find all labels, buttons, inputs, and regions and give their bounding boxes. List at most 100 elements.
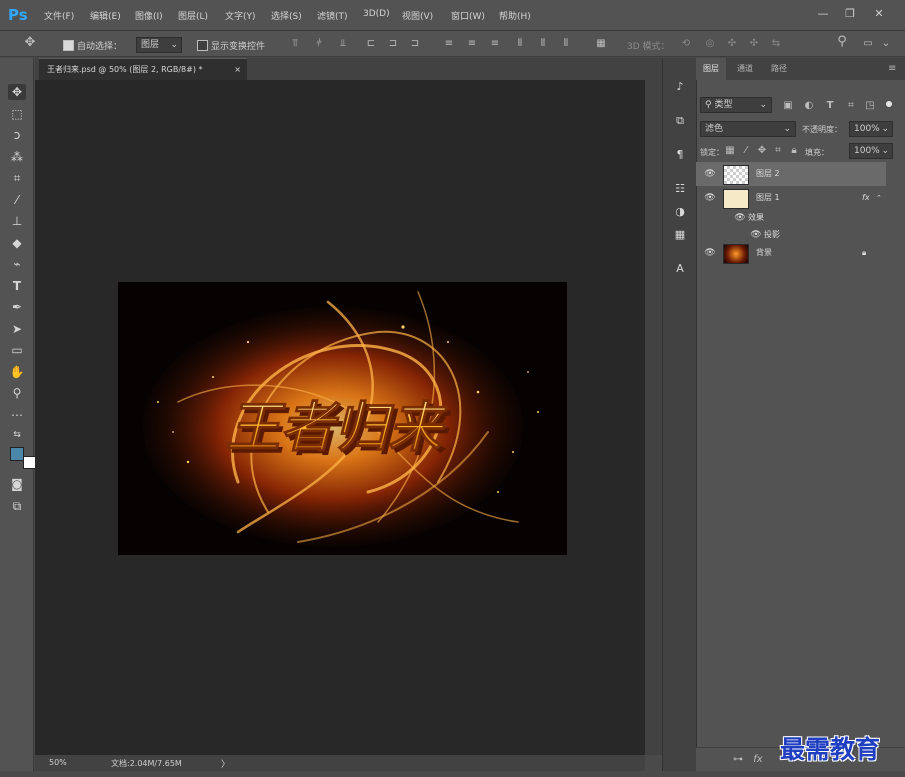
lock-artboard-icon[interactable]: ⌗ <box>772 145 784 157</box>
visibility-eye-icon[interactable]: 👁︎ <box>704 247 716 259</box>
more-tools-icon[interactable]: ⋯ <box>8 407 26 423</box>
filter-type-icon[interactable]: T <box>824 100 836 112</box>
tab-paths[interactable]: 路径 <box>764 58 794 80</box>
marquee-tool-icon[interactable]: ⬚ <box>8 106 26 122</box>
type-tool-icon[interactable]: T <box>8 278 26 294</box>
opacity-input[interactable]: 100% ⌄ <box>849 121 893 137</box>
align-vcenter-icon[interactable]: ⫩ <box>313 38 325 50</box>
document-tab[interactable]: 王者归来.psd @ 50% (图层 2, RGB/8#) * × <box>39 58 247 80</box>
lock-all-icon[interactable]: 🔒︎ <box>788 145 800 157</box>
history-icon[interactable]: ♪ <box>671 78 689 96</box>
eraser-tool-icon[interactable]: ◆ <box>8 235 26 251</box>
adjustments-icon[interactable]: ☷ <box>671 180 689 198</box>
search-icon[interactable]: ⚲ <box>836 35 848 48</box>
menu-view[interactable]: 视图(V) <box>402 9 433 22</box>
brush-tool-icon[interactable]: ⁄ <box>8 192 26 208</box>
close-tab-icon[interactable]: × <box>234 59 241 80</box>
stamp-tool-icon[interactable]: ⊥ <box>8 213 26 229</box>
menu-window[interactable]: 窗口(W) <box>451 9 485 22</box>
chevron-up-icon[interactable]: ⌃ <box>876 191 882 205</box>
swap-colors-icon[interactable]: ⇆ <box>8 427 26 443</box>
menu-3d[interactable]: 3D(D) <box>363 9 390 19</box>
menu-help[interactable]: 帮助(H) <box>499 9 531 22</box>
3d-scale-icon[interactable]: ⇆ <box>770 38 782 50</box>
distribute-top-icon[interactable]: ≡ <box>443 38 455 50</box>
visibility-eye-icon[interactable]: 👁︎ <box>734 212 746 224</box>
layer-row-background[interactable]: 👁︎ 背景 🔒︎ <box>696 241 886 265</box>
show-transform-checkbox[interactable] <box>197 40 208 51</box>
hand-tool-icon[interactable]: ✋ <box>8 364 26 380</box>
distribute-right-icon[interactable]: ⦀ <box>560 38 572 50</box>
foreground-color-swatch[interactable] <box>10 447 24 461</box>
zoom-tool-icon[interactable]: ⚲ <box>8 385 26 401</box>
3d-drag-icon[interactable]: ✣ <box>726 38 738 50</box>
3d-roll-icon[interactable]: ◎ <box>704 38 716 50</box>
panel-menu-icon[interactable]: ≡ <box>881 58 903 80</box>
screen-mode-icon[interactable]: ⧉ <box>8 498 26 514</box>
layer-effects-row[interactable]: 👁︎ 效果 <box>696 209 886 227</box>
distribute-bottom-icon[interactable]: ≡ <box>489 38 501 50</box>
menu-edit[interactable]: 编辑(E) <box>90 9 121 22</box>
distribute-hcenter-icon[interactable]: ⦀ <box>537 38 549 50</box>
move-tool-icon[interactable]: ✥ <box>24 36 36 49</box>
visibility-eye-icon[interactable]: 👁︎ <box>704 192 716 204</box>
move-tool-icon[interactable]: ✥ <box>8 84 26 100</box>
character-icon[interactable]: A <box>671 260 689 278</box>
align-bottom-icon[interactable]: ⫫ <box>337 38 349 50</box>
auto-select-checkbox[interactable] <box>63 40 74 51</box>
chevron-down-icon[interactable]: ⌄ <box>880 38 892 50</box>
3d-orbit-icon[interactable]: ⟲ <box>680 38 692 50</box>
layer-name[interactable]: 图层 1 <box>756 191 780 205</box>
tab-channels[interactable]: 通道 <box>730 58 760 80</box>
layer-row-layer2[interactable]: 👁︎ 图层 2 <box>696 162 886 186</box>
path-select-icon[interactable]: ➤ <box>8 321 26 337</box>
distribute-left-icon[interactable]: ⦀ <box>514 38 526 50</box>
magic-wand-icon[interactable]: ⁂ <box>8 149 26 165</box>
menu-image[interactable]: 图像(I) <box>135 9 163 22</box>
align-top-icon[interactable]: ⫪ <box>289 38 301 50</box>
layer-filter-dropdown[interactable]: ⚲ 类型 ⌄ <box>700 97 772 113</box>
menu-filter[interactable]: 滤镜(T) <box>317 9 348 22</box>
menu-file[interactable]: 文件(F) <box>44 9 74 22</box>
zoom-level[interactable]: 50% <box>49 758 67 767</box>
lasso-tool-icon[interactable]: ↄ <box>8 127 26 143</box>
fx-badge[interactable]: fx <box>862 191 870 205</box>
paragraph-icon[interactable]: ¶ <box>671 146 689 164</box>
filter-smart-object-icon[interactable]: ◳ <box>864 100 876 112</box>
blur-tool-icon[interactable]: ⌁ <box>8 256 26 272</box>
lock-position-icon[interactable]: ✥ <box>756 145 768 157</box>
fill-input[interactable]: 100% ⌄ <box>849 143 893 159</box>
align-hcenter-icon[interactable]: ⊐ <box>387 38 399 50</box>
restore-button[interactable]: ❐ <box>837 5 863 23</box>
link-layers-icon[interactable]: ⊶ <box>732 754 744 766</box>
properties-icon[interactable]: ⧉ <box>671 112 689 130</box>
minimize-button[interactable]: — <box>810 5 836 23</box>
distribute-vcenter-icon[interactable]: ≡ <box>466 38 478 50</box>
auto-align-icon[interactable]: ▦ <box>595 38 607 50</box>
align-left-icon[interactable]: ⊏ <box>365 38 377 50</box>
menu-select[interactable]: 选择(S) <box>271 9 302 22</box>
layer-name[interactable]: 图层 2 <box>756 167 780 181</box>
blend-mode-dropdown[interactable]: 滤色 ⌄ <box>700 121 796 137</box>
filter-toggle-icon[interactable] <box>886 101 892 107</box>
3d-slide-icon[interactable]: ✣ <box>748 38 760 50</box>
workspace-icon[interactable]: ▭ <box>862 38 874 50</box>
rectangle-tool-icon[interactable]: ▭ <box>8 342 26 358</box>
tab-layers[interactable]: 图层 <box>696 58 726 80</box>
fx-icon[interactable]: fx <box>752 754 764 766</box>
status-menu-arrow[interactable]: 〉 <box>221 757 230 770</box>
vertical-scrollbar[interactable] <box>645 80 662 755</box>
layer-name[interactable]: 背景 <box>756 246 772 260</box>
menu-type[interactable]: 文字(Y) <box>225 9 256 22</box>
pen-tool-icon[interactable]: ✒ <box>8 299 26 315</box>
quick-mask-icon[interactable]: ◙ <box>8 476 26 492</box>
align-right-icon[interactable]: ⊐ <box>409 38 421 50</box>
filter-adjustment-icon[interactable]: ◐ <box>803 100 815 112</box>
crop-tool-icon[interactable]: ⌗ <box>8 170 26 186</box>
swatches-icon[interactable]: ▦ <box>671 226 689 244</box>
menu-layer[interactable]: 图层(L) <box>178 9 208 22</box>
document-info[interactable]: 文档:2.04M/7.65M <box>111 758 182 769</box>
close-button[interactable]: ✕ <box>866 5 892 23</box>
lock-transparent-icon[interactable]: ▦ <box>724 145 736 157</box>
color-icon[interactable]: ◑ <box>671 203 689 221</box>
